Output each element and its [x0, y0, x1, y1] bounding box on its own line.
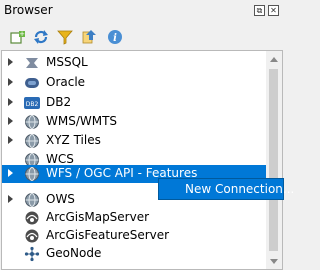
info-icon[interactable]: i: [106, 28, 124, 46]
tree-item-xyz-tiles[interactable]: XYZ Tiles: [2, 132, 266, 150]
svg-text:+: +: [19, 30, 25, 38]
add-selected-layers-icon[interactable]: +: [8, 28, 26, 46]
browser-tree[interactable]: MSSQL Oracle DB2 DB2 WMS/WMTS XYZ Tiles …: [1, 50, 283, 270]
expand-arrow-icon[interactable]: [8, 169, 13, 177]
mssql-icon: [26, 58, 38, 68]
tree-item-db2[interactable]: DB2 DB2: [2, 94, 266, 112]
browser-toolbar: + i: [0, 26, 284, 50]
tree-item-label: WMS/WMTS: [46, 114, 118, 128]
svg-text:i: i: [113, 33, 117, 44]
close-panel-button[interactable]: ✕: [268, 5, 279, 16]
vertical-scrollbar[interactable]: [266, 51, 282, 269]
refresh-icon[interactable]: [32, 28, 50, 46]
tree-item-label: ArcGisMapServer: [46, 210, 150, 224]
expand-arrow-icon[interactable]: [8, 136, 13, 144]
title-bar: Browser ⧉ ✕: [0, 0, 284, 22]
scroll-down-arrow-icon[interactable]: [270, 259, 278, 264]
expand-arrow-icon[interactable]: [8, 78, 13, 86]
globe-icon: [25, 193, 39, 207]
tree-item-geonode[interactable]: GeoNode: [2, 245, 266, 263]
panel-title: Browser: [4, 3, 53, 17]
oracle-icon: [25, 78, 39, 88]
expand-arrow-icon[interactable]: [8, 58, 13, 66]
scroll-up-arrow-icon[interactable]: [270, 57, 278, 62]
tree-item-label: DB2: [46, 95, 72, 109]
tree-item-arcgisfeatureserver[interactable]: ArcGisFeatureServer: [2, 227, 266, 245]
globe-icon: [25, 115, 39, 129]
svg-text:DB2: DB2: [26, 101, 39, 108]
tree-item-wms-wmts[interactable]: WMS/WMTS: [2, 113, 266, 131]
tree-item-label: WCS: [46, 152, 74, 166]
tree-item-label: OWS: [46, 192, 75, 206]
db2-icon: DB2: [24, 97, 40, 109]
tree-item-label: MSSQL: [46, 55, 88, 69]
globe-icon: [25, 167, 39, 181]
tree-item-label: GeoNode: [46, 246, 102, 260]
new-connection-menu-item[interactable]: New Connection...: [185, 182, 294, 196]
filter-icon[interactable]: [56, 28, 74, 46]
float-panel-button[interactable]: ⧉: [254, 5, 265, 16]
tree-item-mssql[interactable]: MSSQL: [2, 54, 266, 72]
globe-icon: [25, 134, 39, 148]
arcgis-icon: [25, 211, 39, 225]
arcgis-icon: [25, 229, 39, 243]
collapse-all-icon[interactable]: [80, 28, 98, 46]
expand-arrow-icon[interactable]: [8, 98, 13, 106]
tree-item-label: Oracle: [46, 75, 86, 89]
tree-item-oracle[interactable]: Oracle: [2, 74, 266, 92]
context-menu: New Connection...: [158, 178, 294, 200]
tree-item-arcgismapserver[interactable]: ArcGisMapServer: [2, 209, 266, 227]
geonode-icon: [24, 246, 40, 262]
tree-item-label: XYZ Tiles: [46, 133, 101, 147]
scrollbar-thumb[interactable]: [269, 69, 278, 251]
tree-item-label: ArcGisFeatureServer: [46, 228, 170, 242]
expand-arrow-icon[interactable]: [8, 117, 13, 125]
expand-arrow-icon[interactable]: [8, 195, 13, 203]
